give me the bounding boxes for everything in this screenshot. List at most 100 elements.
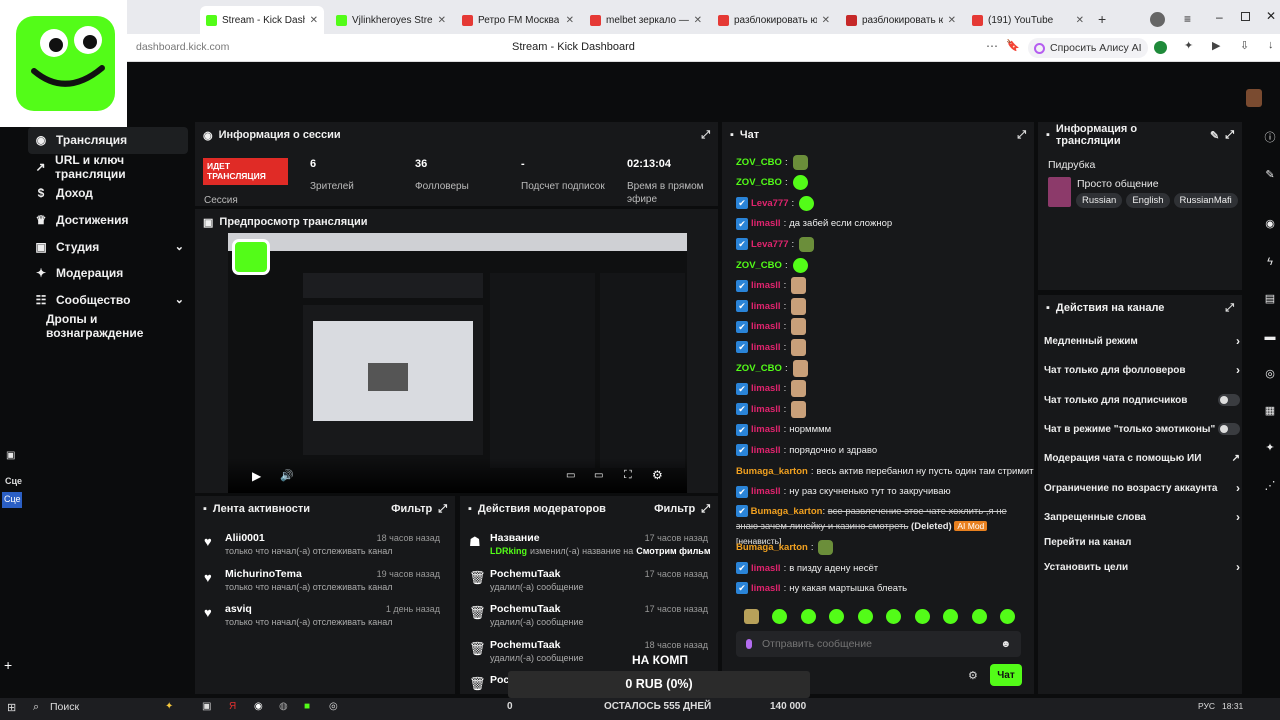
taskview-icon[interactable]: ▣ — [202, 701, 211, 712]
sidebar-item[interactable]: ↗ URL и ключ трансляции — [28, 153, 188, 181]
chat-username[interactable]: limasll — [751, 486, 781, 497]
emote-picker-icon[interactable] — [857, 608, 873, 624]
channel-action-row[interactable]: Запрещенные слова › — [1044, 507, 1240, 527]
extension-icon[interactable] — [1154, 41, 1167, 54]
channel-action-row[interactable]: Чат только для фолловеров › — [1044, 360, 1240, 380]
chat-username[interactable]: limasll — [751, 583, 781, 594]
chat-username[interactable]: ZOV_CBO — [736, 177, 782, 188]
maximize-icon[interactable] — [1241, 12, 1250, 21]
chat-input-box[interactable]: ☻ — [736, 631, 1021, 657]
expand-icon[interactable]: ⤢ — [1225, 129, 1234, 142]
chat-username[interactable]: ZOV_CBO — [736, 363, 782, 374]
browser-tab[interactable]: Vjlinkheroyes Stream - W ✕ — [330, 6, 452, 34]
sidebar-item[interactable]: ◉ Трансляция — [28, 127, 188, 154]
chat-username[interactable]: limasll — [751, 404, 781, 415]
tab-close-icon[interactable]: ✕ — [694, 15, 702, 26]
moderator-action-title[interactable]: PochemuTaak — [490, 639, 560, 651]
moderator-action-title[interactable]: PochemuTaak — [490, 568, 560, 580]
puzzle-icon[interactable]: ✦ — [1184, 39, 1193, 52]
emote-picker-icon[interactable] — [743, 608, 759, 624]
downloads-icon[interactable]: ⇩ — [1240, 39, 1249, 52]
info-icon[interactable]: ⓘ — [1262, 130, 1278, 146]
chat-send-button[interactable]: Чат — [990, 664, 1022, 686]
expand-icon[interactable]: ⤢ — [1225, 302, 1234, 315]
play-icon[interactable]: ▶ — [252, 469, 261, 483]
chat-username[interactable]: limasll — [751, 445, 781, 456]
tab-close-icon[interactable]: ✕ — [438, 15, 446, 26]
chat-bubble-icon[interactable]: ▬ — [1262, 329, 1278, 345]
steam-icon[interactable]: ◍ — [279, 701, 288, 712]
channel-action-row[interactable]: Чат только для подписчиков — [1044, 390, 1240, 410]
chat-settings-icon[interactable]: ⚙ — [968, 669, 978, 682]
browser-tab[interactable]: Stream - Kick Dashbo ✕ — [200, 6, 324, 34]
stream-tag[interactable]: English — [1126, 193, 1170, 208]
tab-close-icon[interactable]: ✕ — [310, 15, 318, 26]
language-indicator[interactable]: РУС — [1198, 701, 1215, 711]
chat-username[interactable]: limasll — [751, 321, 781, 332]
tab-close-icon[interactable]: ✕ — [566, 15, 574, 26]
moderators-filter-button[interactable]: Фильтр — [654, 503, 695, 515]
pencil-icon[interactable]: ✎ — [1262, 167, 1278, 183]
scene-icon[interactable]: ▣ — [6, 450, 15, 461]
url-input[interactable]: dashboard.kick.com — [136, 41, 229, 53]
sidebar-item[interactable]: Дропы и вознаграждение — [28, 312, 188, 340]
edit-icon[interactable]: ✎ — [1210, 129, 1219, 142]
emoji-icon[interactable]: ☻ — [1000, 639, 1011, 650]
tab-close-icon[interactable]: ✕ — [948, 15, 956, 26]
channel-action-row[interactable]: Медленный режим › — [1044, 331, 1240, 351]
users-icon[interactable]: ▦ — [1262, 403, 1278, 419]
mic-icon[interactable] — [746, 639, 752, 649]
chat-username[interactable]: limasll — [751, 218, 781, 229]
chat-username[interactable]: limasll — [751, 563, 781, 574]
browser-tab[interactable]: разблокировать ютуб в ✕ — [712, 6, 836, 34]
minimize-icon[interactable]: – — [1216, 10, 1223, 24]
emote-picker-icon[interactable] — [971, 608, 987, 624]
document-icon[interactable]: ▤ — [1262, 291, 1278, 307]
activity-user[interactable]: Alii0001 — [225, 532, 265, 544]
sidebar-item[interactable]: ☷ Сообщество ⌄ — [28, 287, 188, 314]
channel-action-row[interactable]: Ограничение по возрасту аккаунта › — [1044, 478, 1240, 498]
chat-message-input[interactable] — [762, 638, 991, 650]
wrench-rail-icon[interactable]: ✦ — [1262, 440, 1278, 456]
emote-picker-icon[interactable] — [886, 608, 902, 624]
more-icon[interactable]: ⋯ — [986, 39, 998, 53]
tab-close-icon[interactable]: ✕ — [1076, 15, 1084, 26]
expand-icon[interactable]: ⤢ — [438, 503, 447, 516]
bookmark-icon[interactable]: 🔖 — [1006, 39, 1020, 52]
sidebar-item[interactable]: ▣ Студия ⌄ — [28, 233, 188, 260]
channel-action-row[interactable]: Перейти на канал — [1044, 532, 1240, 552]
expand-icon[interactable]: ⤢ — [1017, 129, 1026, 142]
volume-icon[interactable]: 🔊 — [280, 469, 294, 482]
media-icon[interactable]: ▶ — [1212, 39, 1220, 52]
browser-tab[interactable]: Ретро FM Москва ✕ — [456, 6, 580, 34]
taskbar-search[interactable]: Поиск — [50, 701, 79, 713]
chat-username[interactable]: ZOV_CBO — [736, 260, 782, 271]
share-icon[interactable]: ⋰ — [1262, 478, 1278, 494]
fullscreen-icon[interactable]: ⛶ — [624, 469, 632, 482]
browser-tab[interactable]: (191) YouTube ✕ — [966, 6, 1090, 34]
toggle-switch[interactable] — [1218, 394, 1240, 406]
lightning-icon[interactable]: ϟ — [1262, 254, 1278, 270]
kick-taskbar-icon[interactable]: ■ — [304, 701, 310, 712]
browser-tab[interactable]: разблокировать ютуб ✕ — [840, 6, 962, 34]
chat-username[interactable]: Bumaga_karton — [736, 466, 808, 477]
emote-picker-icon[interactable] — [829, 608, 845, 624]
alice-button[interactable]: Спросить Алису AI — [1028, 38, 1148, 58]
stream-tag[interactable]: RussianMafi — [1173, 193, 1238, 208]
emote-picker-icon[interactable] — [772, 608, 788, 624]
pip-icon[interactable]: ▭ — [566, 470, 575, 481]
sidebar-item[interactable]: ✦ Модерация — [28, 260, 188, 287]
emote-picker-icon[interactable] — [914, 608, 930, 624]
channel-action-row[interactable]: Установить цели › — [1044, 557, 1240, 577]
camera-icon[interactable]: ◉ — [1262, 216, 1278, 232]
broadcast-rail-icon[interactable]: ◎ — [1262, 366, 1278, 382]
browser-tab[interactable]: melbet зеркало — Яндe ✕ — [584, 6, 708, 34]
moderator-action-title[interactable]: Название — [490, 532, 540, 544]
stream-tag[interactable]: Russian — [1076, 193, 1123, 208]
channel-action-row[interactable]: Модерация чата с помощью ИИ ↗ — [1044, 448, 1240, 468]
profile-avatar[interactable] — [1150, 12, 1165, 27]
chat-username[interactable]: Leva777 — [751, 198, 789, 209]
close-window-icon[interactable]: ✕ — [1266, 9, 1276, 23]
activity-user[interactable]: MichurinoTema — [225, 568, 302, 580]
activity-user[interactable]: asviq — [225, 603, 252, 615]
